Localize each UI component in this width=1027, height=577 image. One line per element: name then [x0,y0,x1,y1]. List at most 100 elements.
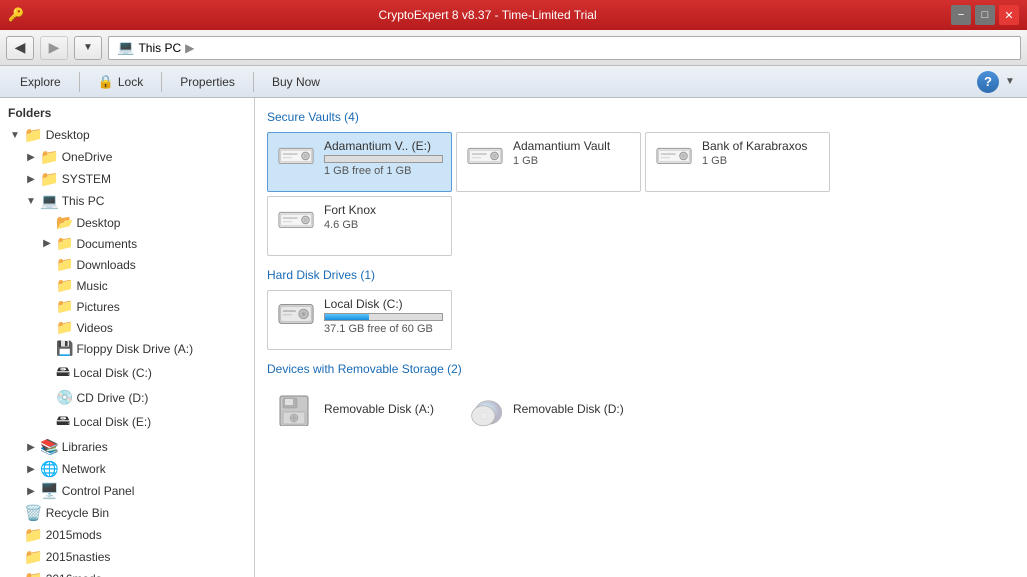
removable-info-d: Removable Disk (D:) [513,402,632,418]
sidebar: Folders ▼ 📁 Desktop ▶ 📁 OneDrive ▶ 📁 SYS… [0,98,255,577]
folder-icon-2016mods: 📁 [24,570,43,577]
removable-svg-a [276,394,316,426]
help-dropdown-button[interactable]: ▼ [1001,71,1019,93]
sidebar-item-localc[interactable]: ▶ 🖴 Local Disk (C:) [0,359,254,387]
cp-icon: 🖥️ [40,482,59,500]
toggle-desktop[interactable]: ▼ [8,128,22,142]
maximize-button[interactable]: □ [975,5,995,25]
removable-icon-area-d [465,391,505,429]
removable-grid: Removable Disk (A:) [267,384,1015,436]
sidebar-item-desktop[interactable]: ▼ 📁 Desktop [0,124,254,146]
network-icon: 🌐 [40,460,59,478]
address-path[interactable]: 💻 This PC ▶ [108,36,1021,60]
folder-icon-pictures: 📁 [56,298,73,315]
path-arrow: ▶ [185,41,194,55]
sidebar-label-2015nasties: 2015nasties [46,550,111,564]
vault-item-adamantium[interactable]: Adamantium Vault 1 GB [456,132,641,192]
sidebar-item-desktop2[interactable]: ▶ 📂 Desktop [0,212,254,233]
hard-disk-item-c[interactable]: Local Disk (C:) 37.1 GB free of 60 GB [267,290,452,350]
vault-item-fortknox[interactable]: Fort Knox 4.6 GB [267,196,452,256]
properties-button[interactable]: Properties [168,69,247,95]
sidebar-item-2015nasties[interactable]: ▶ 📁 2015nasties [0,546,254,568]
folder-icon-music: 📁 [56,277,73,294]
sidebar-label-locale: Local Disk (E:) [73,415,151,429]
folder-icon-documents: 📁 [56,235,73,252]
vault-name-1: Adamantium V.. (E:) [324,139,443,153]
vault-info-2: Adamantium Vault 1 GB [513,139,632,167]
toggle-system[interactable]: ▶ [24,172,38,186]
sidebar-item-floppy[interactable]: ▶ 💾 Floppy Disk Drive (A:) [0,338,254,359]
vault-item-karabraxos[interactable]: Bank of Karabraxos 1 GB [645,132,830,192]
sidebar-item-documents[interactable]: ▶ 📁 Documents [0,233,254,254]
main-area: Folders ▼ 📁 Desktop ▶ 📁 OneDrive ▶ 📁 SYS… [0,98,1027,577]
toggle-documents[interactable]: ▶ [40,237,54,251]
path-icon: 💻 [117,39,134,56]
sidebar-item-cddrive[interactable]: ▶ 💿 CD Drive (D:) [0,387,254,408]
toggle-thispc[interactable]: ▼ [24,194,38,208]
folder-icon-videos: 📁 [56,319,73,336]
toggle-libraries[interactable]: ▶ [24,440,38,454]
vault-name-2: Adamantium Vault [513,139,632,153]
vault-info-4: Fort Knox 4.6 GB [324,203,443,231]
sidebar-item-pictures[interactable]: ▶ 📁 Pictures [0,296,254,317]
removable-item-a[interactable]: Removable Disk (A:) [267,384,452,436]
help-button[interactable]: ? [977,71,999,93]
lock-button[interactable]: 🔒 Lock [86,69,156,95]
sidebar-label-libraries: Libraries [62,440,108,454]
vault-svg-1 [277,139,315,171]
sidebar-item-libraries[interactable]: ▶ 📚 Libraries [0,436,254,458]
vault-size-2: 1 GB [513,155,632,167]
vault-info-1: Adamantium V.. (E:) 1 GB free of 1 GB [324,139,443,177]
buy-now-label: Buy Now [272,75,320,89]
removable-info-a: Removable Disk (A:) [324,402,443,418]
sidebar-item-videos[interactable]: ▶ 📁 Videos [0,317,254,338]
hd-bar-container-c [324,313,443,321]
vault-bar-container-1 [324,155,443,163]
sidebar-label-controlpanel: Control Panel [62,484,135,498]
removable-icon-area-a [276,394,316,426]
vault-size-3: 1 GB [702,155,821,167]
removable-name-d: Removable Disk (D:) [513,402,632,416]
explore-button[interactable]: Explore [8,69,73,95]
sidebar-item-system[interactable]: ▶ 📁 SYSTEM [0,168,254,190]
toolbar-separator-3 [253,72,254,92]
toggle-onedrive[interactable]: ▶ [24,150,38,164]
back-button[interactable]: ◀ [6,36,34,60]
close-button[interactable]: ✕ [999,5,1019,25]
sidebar-item-thispc[interactable]: ▼ 💻 This PC [0,190,254,212]
sidebar-label-documents: Documents [76,237,137,251]
dropdown-btn[interactable]: ▼ [74,36,102,60]
sidebar-label-downloads: Downloads [76,258,135,272]
vault-item-adamantium-e[interactable]: Adamantium V.. (E:) 1 GB free of 1 GB [267,132,452,192]
toggle-controlpanel[interactable]: ▶ [24,484,38,498]
sidebar-item-music[interactable]: ▶ 📁 Music [0,275,254,296]
sidebar-header: Folders [0,102,254,124]
sidebar-item-onedrive[interactable]: ▶ 📁 OneDrive [0,146,254,168]
removable-name-a: Removable Disk (A:) [324,402,443,416]
sidebar-item-locale[interactable]: ▶ 🖴 Local Disk (E:) [0,408,254,436]
sidebar-item-2016mods[interactable]: ▶ 📁 2016mods [0,568,254,577]
sidebar-item-recyclebin[interactable]: ▶ 🗑️ Recycle Bin [0,502,254,524]
sidebar-label-desktop: Desktop [46,128,90,142]
recycle-icon: 🗑️ [24,504,43,522]
minimize-button[interactable]: − [951,5,971,25]
toolbar-separator-2 [161,72,162,92]
sidebar-item-2015mods[interactable]: ▶ 📁 2015mods [0,524,254,546]
sidebar-label-pictures: Pictures [76,300,119,314]
hd-info-c: Local Disk (C:) 37.1 GB free of 60 GB [324,297,443,335]
sidebar-item-controlpanel[interactable]: ▶ 🖥️ Control Panel [0,480,254,502]
vault-icon-area-1 [276,139,316,171]
hd-icon-area-c [276,297,316,329]
buy-now-button[interactable]: Buy Now [260,69,332,95]
sidebar-label-2016mods: 2016mods [46,572,102,577]
removable-item-d[interactable]: Removable Disk (D:) [456,384,641,436]
sidebar-label-thispc: This PC [62,194,105,208]
sidebar-item-downloads[interactable]: ▶ 📁 Downloads [0,254,254,275]
toggle-network[interactable]: ▶ [24,462,38,476]
sidebar-item-network[interactable]: ▶ 🌐 Network [0,458,254,480]
vault-name-3: Bank of Karabraxos [702,139,821,153]
sidebar-label-videos: Videos [76,321,112,335]
sidebar-label-network: Network [62,462,106,476]
forward-button[interactable]: ▶ [40,36,68,60]
title-bar-title: CryptoExpert 8 v8.37 - Time-Limited Tria… [24,8,951,22]
